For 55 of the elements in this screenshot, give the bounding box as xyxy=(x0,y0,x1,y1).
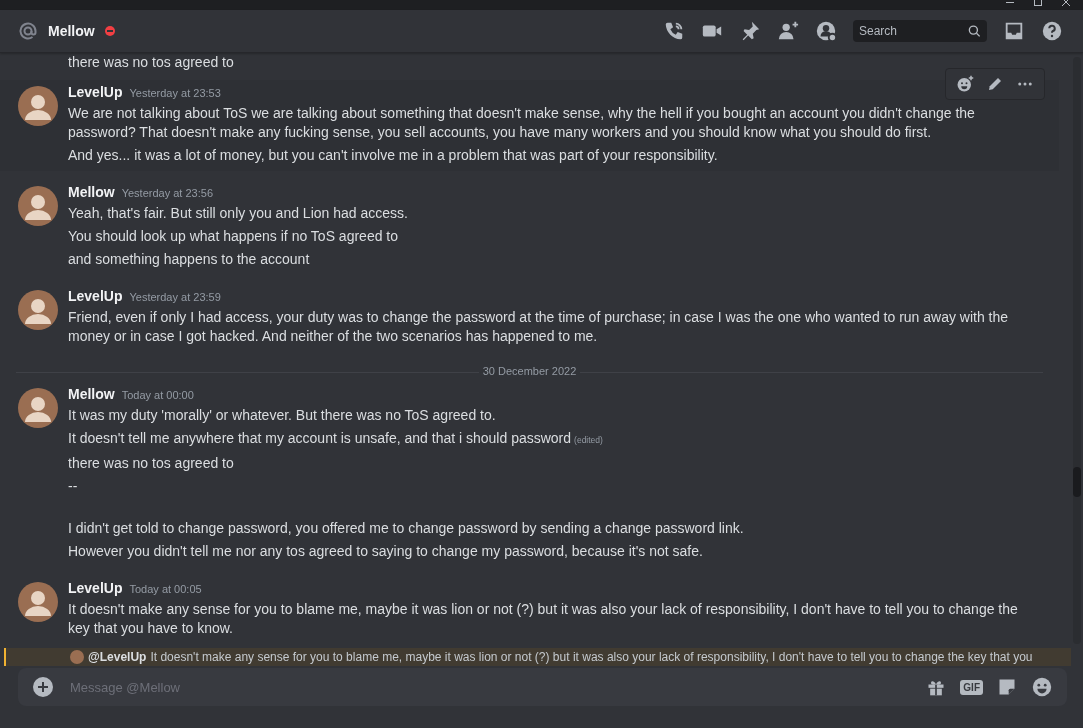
username[interactable]: LevelUp xyxy=(68,580,123,596)
help-icon[interactable] xyxy=(1041,20,1063,42)
at-sign-icon xyxy=(18,21,38,41)
message-text: We are not talking about ToS we are talking about something that doesn't make sense, why the hell if you bought an account you didn't change the password? That doesn't make any fucking sense, you sell accounts, you have many workers and you should know what you should do first. xyxy=(68,105,975,140)
avatar-icon[interactable] xyxy=(18,582,58,622)
emoji-icon[interactable] xyxy=(1031,676,1053,698)
user-profile-icon[interactable] xyxy=(815,20,837,42)
phone-icon[interactable] xyxy=(663,20,685,42)
message-text: there was no tos agreed to xyxy=(67,53,235,71)
add-friend-icon[interactable] xyxy=(777,20,799,42)
channel-title: Mellow xyxy=(48,23,95,39)
timestamp: Today at 00:05 xyxy=(129,583,202,595)
username[interactable]: LevelUp xyxy=(68,288,123,304)
message-text: Friend, even if only I had access, your duty was to change the password at the time of purchase; in case I was the one who wanted to run away with the money or in case I got hacked. And neither of the two scenarios has happened to me. xyxy=(68,309,1009,344)
maximize-icon[interactable] xyxy=(1033,0,1043,7)
message-text: You should look up what happens if no ToS agreed to xyxy=(68,228,399,244)
message-text: and something happens to the account xyxy=(68,251,310,267)
message-text: It doesn't make any sense for you to blame me, maybe it was lion or not (?) but it was also your lack of responsibility, I don't have to tell you to change the key that you have to know. xyxy=(68,601,1018,636)
scrollbar-thumb[interactable] xyxy=(1073,467,1081,497)
avatar-icon xyxy=(70,650,84,664)
avatar-icon[interactable] xyxy=(18,86,58,126)
username: @LevelUp xyxy=(88,650,147,664)
username[interactable]: Mellow xyxy=(68,184,115,200)
timestamp: Today at 00:00 xyxy=(121,389,194,401)
message-input[interactable]: Message @Mellow GIF xyxy=(18,668,1067,706)
close-icon[interactable] xyxy=(1061,0,1071,7)
message-text: It doesn't make any sense for you to blame me, maybe it was lion or not (?) but it was also your lack of responsibility, I don't have to tell you to change the key that you xyxy=(150,650,1033,664)
message-text: Yeah, that's fair. But still only you and Lion had access. xyxy=(68,205,408,221)
message-text: However you didn't tell me nor any tos agreed to saying to change my password, because it's not safe. xyxy=(68,543,703,559)
timestamp: Yesterday at 23:59 xyxy=(129,291,221,303)
add-icon[interactable] xyxy=(32,676,54,698)
add-reaction-icon[interactable] xyxy=(956,75,974,93)
message-text: And yes... it was a lot of money, but you can't involve me in a problem that was part of your responsibility. xyxy=(68,147,718,163)
pencil-icon[interactable] xyxy=(986,75,1004,93)
avatar-icon[interactable] xyxy=(18,388,58,428)
sticker-icon[interactable] xyxy=(997,677,1017,697)
avatar-icon[interactable] xyxy=(18,290,58,330)
message-text: It was my duty 'morally' or whatever. But there was no ToS agreed to. xyxy=(68,407,496,423)
username[interactable]: LevelUp xyxy=(68,84,123,100)
gif-button[interactable]: GIF xyxy=(960,679,983,695)
search-input[interactable]: Search xyxy=(859,24,969,38)
timestamp: Yesterday at 23:56 xyxy=(121,187,213,199)
edited-label: (edited) xyxy=(574,435,603,445)
search-field[interactable]: Search xyxy=(853,20,987,42)
reply-preview[interactable]: @LevelUp It doesn't make any sense for you to blame me, maybe it was lion or not (?) but it was also your lack of responsibility, I don't have to tell you to change the key that you xyxy=(4,648,1071,666)
timestamp: Yesterday at 23:53 xyxy=(129,87,221,99)
do-not-disturb-icon xyxy=(104,26,115,36)
message-text: It doesn't tell me anywhere that my account is unsafe, and that i should password xyxy=(68,430,572,446)
message-text: I didn't get told to change password, you offered me to change password by sending a change password link. xyxy=(68,520,744,536)
inbox-icon[interactable] xyxy=(1003,20,1025,42)
avatar-icon[interactable] xyxy=(18,186,58,226)
search-icon xyxy=(968,24,981,38)
username[interactable]: Mellow xyxy=(68,386,115,402)
message-text: -- xyxy=(68,478,78,494)
message-text: there was no tos agreed to xyxy=(68,455,234,471)
